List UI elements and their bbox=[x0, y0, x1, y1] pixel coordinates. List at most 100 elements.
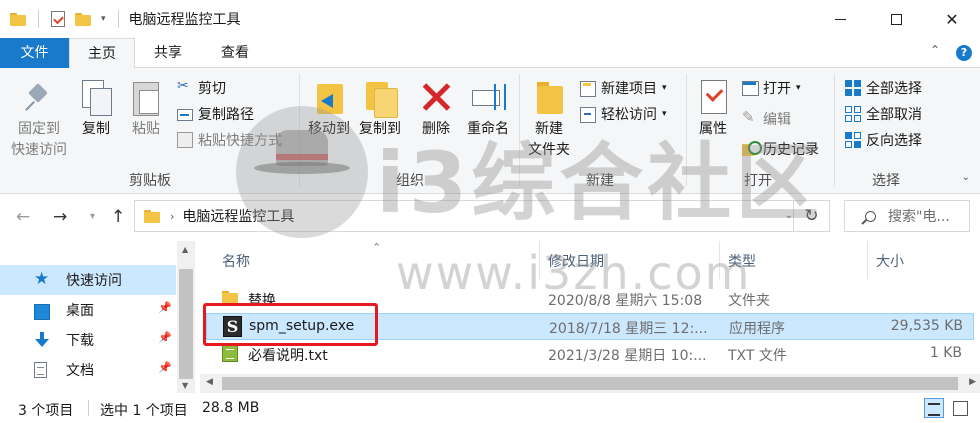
tab-view[interactable]: 查看 bbox=[205, 38, 265, 68]
status-selection: 选中 1 个项目 bbox=[100, 403, 188, 419]
sidebar-item-label: 桌面 bbox=[66, 303, 94, 319]
paste-icon bbox=[128, 78, 164, 116]
rename-button[interactable]: 重命名 bbox=[462, 78, 514, 140]
address-bar[interactable]: › 电脑远程监控工具 ⌄ ↻ bbox=[134, 200, 830, 232]
new-folder-button[interactable]: 新建 文件夹 bbox=[524, 78, 574, 161]
column-header-name[interactable]: 名称 bbox=[214, 241, 540, 279]
chevron-down-icon: ▾ bbox=[796, 83, 801, 93]
sidebar-item-documents[interactable]: 文档 📌 bbox=[0, 355, 176, 385]
pin-icon: 📌 bbox=[158, 331, 172, 344]
history-icon bbox=[742, 141, 762, 157]
clipboard-group-label: 剪贴板 bbox=[129, 173, 171, 189]
properties-button[interactable]: 属性 bbox=[692, 78, 734, 140]
paste-shortcut-icon bbox=[177, 132, 193, 148]
pin-icon bbox=[21, 78, 57, 116]
divider bbox=[88, 400, 89, 416]
pin-icon: 📌 bbox=[158, 301, 172, 314]
copy-to-button[interactable]: 复制到 bbox=[354, 78, 406, 140]
tab-file[interactable]: 文件 bbox=[0, 38, 69, 68]
select-none-button[interactable]: 全部取消 bbox=[845, 104, 922, 124]
file-type: 文件夹 bbox=[728, 293, 770, 309]
history-button[interactable]: 历史记录 bbox=[742, 139, 819, 159]
organize-group-label: 组织 bbox=[396, 173, 424, 189]
forward-arrow-icon[interactable]: → bbox=[53, 207, 67, 227]
column-header-size[interactable]: 大小 bbox=[868, 241, 980, 279]
large-icons-view-button[interactable] bbox=[950, 398, 970, 418]
folder-icon bbox=[144, 209, 160, 223]
divider bbox=[299, 74, 300, 186]
customize-toolbar-chevron-down-icon[interactable]: ▾ bbox=[101, 14, 106, 24]
search-input[interactable]: 搜索"电... bbox=[844, 200, 970, 232]
navigation-pane-scrollbar[interactable]: ▲ ▼ bbox=[177, 241, 195, 393]
sidebar-item-downloads[interactable]: 下载 📌 bbox=[0, 325, 176, 355]
collapse-ribbon-chevron-up-icon[interactable]: ⌃ bbox=[930, 43, 940, 57]
tab-share[interactable]: 共享 bbox=[140, 38, 196, 68]
new-folder-icon bbox=[531, 78, 567, 116]
divider bbox=[38, 10, 39, 28]
move-to-button[interactable]: 移动到 bbox=[304, 78, 354, 140]
sidebar-item-quick-access[interactable]: 快速访问 bbox=[0, 265, 176, 295]
scissors-icon bbox=[177, 78, 193, 96]
breadcrumb-chevron-right-icon[interactable]: › bbox=[170, 210, 174, 223]
help-icon[interactable]: ? bbox=[956, 45, 972, 61]
file-size: 1 KB bbox=[929, 345, 962, 361]
copy-button[interactable]: 复制 bbox=[74, 78, 118, 140]
sidebar-item-desktop[interactable]: 桌面 📌 bbox=[0, 295, 176, 325]
new-folder-quick-icon[interactable] bbox=[75, 12, 91, 26]
file-name: 必看说明.txt bbox=[248, 348, 328, 364]
cut-button[interactable]: 剪切 bbox=[177, 78, 226, 98]
pin-label-line2: 快速访问 bbox=[11, 142, 67, 158]
delete-icon bbox=[418, 78, 454, 116]
history-label: 历史记录 bbox=[763, 142, 819, 158]
properties-quick-icon[interactable] bbox=[51, 11, 65, 27]
maximize-icon bbox=[890, 13, 902, 25]
column-header-type[interactable]: 类型 bbox=[720, 241, 868, 279]
select-all-button[interactable]: 全部选择 bbox=[845, 78, 922, 98]
paste-button[interactable]: 粘贴 bbox=[124, 78, 168, 140]
address-history-chevron-down-icon[interactable]: ⌄ bbox=[785, 210, 793, 221]
refresh-button[interactable]: ↻ bbox=[793, 200, 829, 232]
ribbon-expand-chevron-down-icon[interactable]: ⌄ bbox=[962, 172, 970, 183]
easy-access-button[interactable]: 轻松访问 ▾ bbox=[580, 104, 667, 124]
new-item-button[interactable]: 新建项目 ▾ bbox=[580, 78, 667, 98]
sidebar-item-label: 快速访问 bbox=[66, 273, 122, 289]
scroll-left-icon[interactable]: ◀ bbox=[206, 377, 213, 387]
chevron-down-icon: ▾ bbox=[662, 109, 667, 119]
paste-shortcut-button[interactable]: 粘贴快捷方式 bbox=[177, 130, 282, 150]
invert-selection-icon bbox=[845, 132, 861, 148]
open-button[interactable]: 打开 ▾ bbox=[742, 78, 801, 98]
column-header-date[interactable]: 修改日期 bbox=[540, 241, 720, 279]
scroll-up-icon[interactable]: ▲ bbox=[182, 245, 188, 254]
file-date: 2021/3/28 星期日 10:... bbox=[548, 348, 707, 364]
search-icon bbox=[865, 210, 876, 222]
pin-to-quick-access-button[interactable]: 固定到 快速访问 bbox=[6, 78, 72, 161]
copy-path-button[interactable]: 复制路径 bbox=[177, 104, 254, 124]
file-list-horizontal-scrollbar[interactable]: ◀ ▶ bbox=[200, 374, 980, 393]
select-none-icon bbox=[845, 106, 861, 122]
copy-to-icon bbox=[362, 78, 398, 118]
details-view-button[interactable] bbox=[924, 398, 944, 418]
minimize-icon bbox=[834, 18, 846, 20]
edit-button[interactable]: 编辑 bbox=[742, 108, 791, 129]
open-icon bbox=[742, 80, 759, 96]
close-button[interactable]: ✕ bbox=[924, 0, 980, 38]
scroll-down-icon[interactable]: ▼ bbox=[182, 381, 188, 390]
pin-icon: 📌 bbox=[158, 361, 172, 374]
tab-home[interactable]: 主页 bbox=[69, 38, 135, 69]
minimize-button[interactable] bbox=[812, 0, 868, 38]
open-label: 打开 bbox=[763, 81, 791, 97]
scrollbar-thumb[interactable] bbox=[222, 377, 958, 390]
scroll-right-icon[interactable]: ▶ bbox=[969, 377, 976, 387]
scrollbar-thumb[interactable] bbox=[179, 269, 193, 379]
up-arrow-icon[interactable]: ↑ bbox=[111, 207, 125, 227]
breadcrumb-current-folder[interactable]: 电脑远程监控工具 bbox=[182, 206, 294, 226]
invert-selection-button[interactable]: 反向选择 bbox=[845, 130, 922, 150]
maximize-button[interactable] bbox=[868, 0, 924, 38]
quick-access-toolbar: ▾ bbox=[0, 0, 121, 38]
copy-to-label: 复制到 bbox=[359, 121, 401, 137]
open-group-label: 打开 bbox=[744, 173, 772, 189]
back-arrow-icon[interactable]: ← bbox=[16, 207, 30, 227]
highlight-annotation-box bbox=[203, 303, 378, 346]
recent-locations-chevron-down-icon[interactable]: ▾ bbox=[90, 211, 95, 222]
delete-button[interactable]: 删除 bbox=[416, 78, 456, 140]
